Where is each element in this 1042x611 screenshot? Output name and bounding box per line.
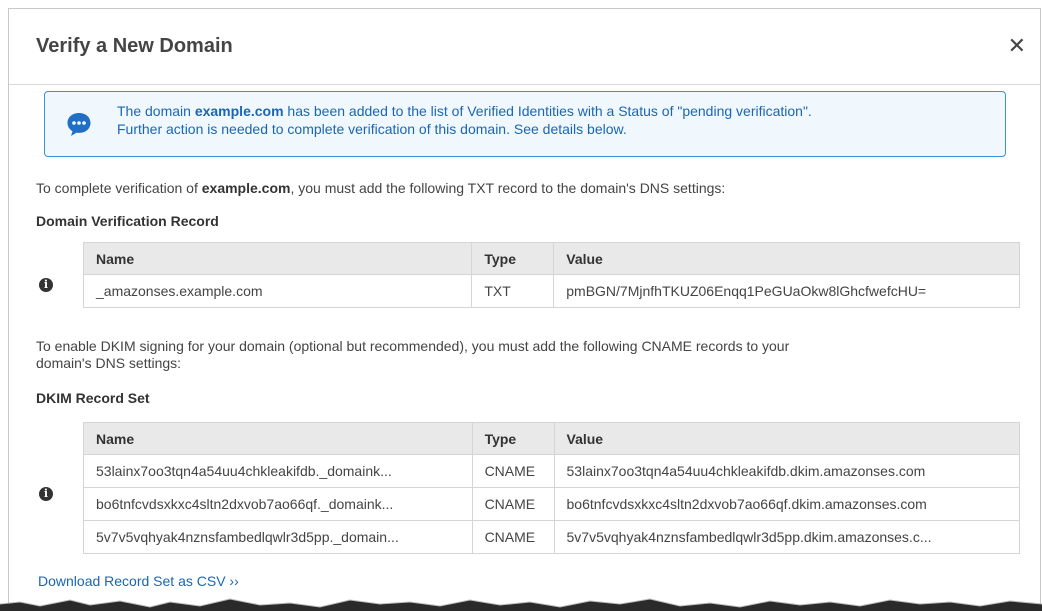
speech-bubble-icon xyxy=(67,113,91,136)
column-header-type: Type xyxy=(471,242,555,275)
record-value: 5v7v5vqhyak4nznsfambedlqwlr3d5pp.dkim.am… xyxy=(553,520,1021,554)
verification-intro-after: , you must add the following TXT record … xyxy=(290,180,726,196)
dkim-intro-line1: To enable DKIM signing for your domain (… xyxy=(36,338,790,354)
notice-text: The domain example.com has been added to… xyxy=(117,102,991,138)
record-value: pmBGN/7MjnfhTKUZ06Enqq1PeGUaOkw8lGhcfwef… xyxy=(553,274,1020,308)
info-icon: i xyxy=(39,278,53,292)
verification-intro-before: To complete verification of xyxy=(36,180,202,196)
close-icon[interactable]: ✕ xyxy=(1008,35,1026,57)
record-value: 53lainx7oo3tqn4a54uu4chkleakifdb.dkim.am… xyxy=(553,454,1021,488)
record-name: _amazonses.example.com xyxy=(82,274,473,308)
dialog-title: Verify a New Domain xyxy=(36,35,233,57)
table-row: bo6tnfcvdsxkxc4sltn2dxvob7ao66qf._domain… xyxy=(83,487,1021,521)
record-type: CNAME xyxy=(471,520,555,554)
table-row: 5v7v5vqhyak4nznsfambedlqwlr3d5pp._domain… xyxy=(83,520,1021,554)
record-type: CNAME xyxy=(471,454,555,488)
dkim-intro: To enable DKIM signing for your domain (… xyxy=(36,338,789,372)
record-type: TXT xyxy=(471,274,555,308)
column-header-name: Name xyxy=(83,422,473,455)
verification-record-table: Name Type Value _amazonses.example.com T… xyxy=(82,242,1020,308)
record-name: 53lainx7oo3tqn4a54uu4chkleakifdb._domain… xyxy=(83,454,473,488)
table-header-row: Name Type Value xyxy=(83,422,1021,455)
dkim-intro-line2: domain's DNS settings: xyxy=(36,355,182,371)
column-header-value: Value xyxy=(553,242,1020,275)
dkim-section-title: DKIM Record Set xyxy=(36,390,150,406)
info-icon: i xyxy=(39,487,53,501)
record-name: 5v7v5vqhyak4nznsfambedlqwlr3d5pp._domain… xyxy=(83,520,473,554)
record-type: CNAME xyxy=(471,487,555,521)
verification-domain: example.com xyxy=(201,180,291,196)
notice-text-before: The domain xyxy=(117,103,195,119)
torn-edge-decoration xyxy=(0,598,1042,611)
table-row: 53lainx7oo3tqn4a54uu4chkleakifdb._domain… xyxy=(83,454,1021,488)
column-header-value: Value xyxy=(553,422,1021,455)
dialog-header: Verify a New Domain ✕ xyxy=(9,9,1040,85)
notice-text-after: has been added to the list of Verified I… xyxy=(283,103,812,119)
dkim-record-table: Name Type Value 53lainx7oo3tqn4a54uu4chk… xyxy=(83,422,1021,554)
table-header-row: Name Type Value xyxy=(82,242,1020,275)
verification-intro: To complete verification of example.com,… xyxy=(36,180,725,197)
record-name: bo6tnfcvdsxkxc4sltn2dxvob7ao66qf._domain… xyxy=(83,487,473,521)
notice-domain: example.com xyxy=(194,103,284,119)
download-csv-link[interactable]: Download Record Set as CSV ›› xyxy=(38,573,239,589)
column-header-name: Name xyxy=(82,242,473,275)
notice-box: The domain example.com has been added to… xyxy=(44,91,1006,157)
record-value: bo6tnfcvdsxkxc4sltn2dxvob7ao66qf.dkim.am… xyxy=(553,487,1021,521)
column-header-type: Type xyxy=(471,422,555,455)
notice-line2: Further action is needed to complete ver… xyxy=(117,121,627,137)
table-row: _amazonses.example.com TXT pmBGN/7MjnfhT… xyxy=(82,274,1020,308)
verification-section-title: Domain Verification Record xyxy=(36,213,219,229)
